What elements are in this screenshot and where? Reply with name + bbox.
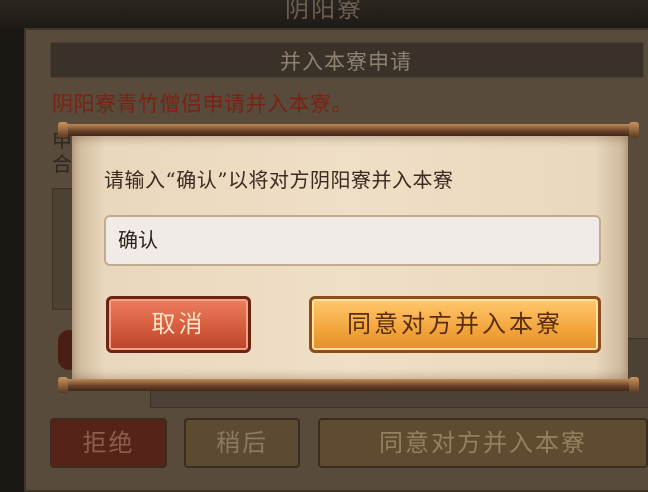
reject-button[interactable]: 拒绝 [50, 418, 167, 468]
scroll-rod-cap-left [58, 377, 68, 393]
window-title-bar: 阴阳寮 [0, 0, 648, 28]
scroll-rod-bottom [58, 377, 639, 393]
confirm-merge-button[interactable]: 同意对方并入本寮 [309, 296, 601, 353]
later-button[interactable]: 稍后 [184, 418, 300, 468]
request-message: 阴阳寮青竹僧侣申请并入本寮。 [52, 92, 353, 116]
panel-title: 并入本寮申请 [280, 50, 412, 74]
request-detail-line-2: 合 [52, 152, 72, 176]
window-title: 阴阳寮 [285, 0, 363, 23]
confirm-input[interactable]: 确认 [104, 215, 601, 266]
scroll-rod-top [58, 122, 639, 138]
scroll-rod-cap-right [629, 377, 639, 393]
confirm-prompt: 请输入“确认”以将对方阴阳寮并入本寮 [104, 168, 454, 192]
cancel-button[interactable]: 取消 [106, 296, 251, 353]
scroll-rod-cap-left [58, 122, 68, 138]
scroll-rod-cap-right [629, 122, 639, 138]
agree-merge-button[interactable]: 同意对方并入本寮 [318, 418, 648, 468]
